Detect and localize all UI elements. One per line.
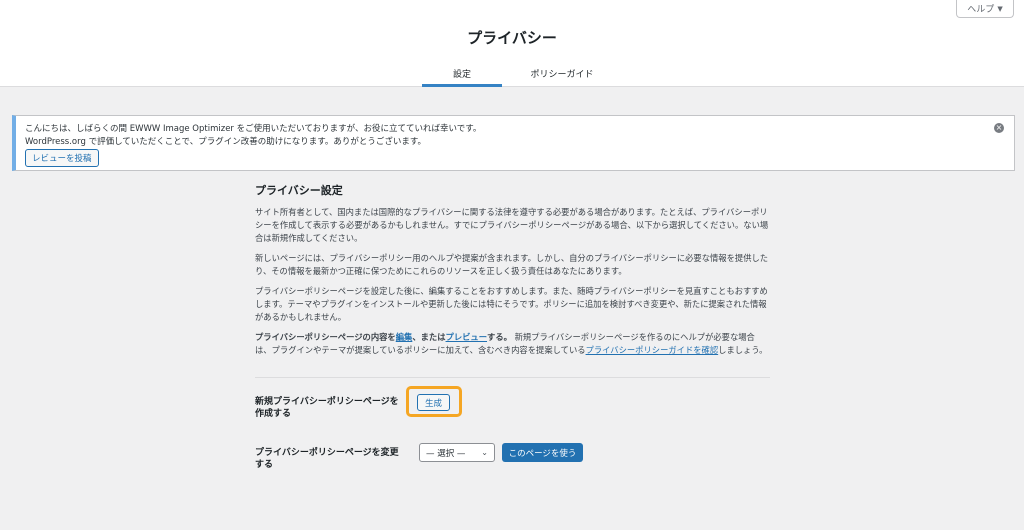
tab-bar: 設定 ポリシーガイド bbox=[0, 57, 1024, 87]
intro-paragraph: サイト所有者として、国内または国際的なプライバシーに関する法律を遵守する必要があ… bbox=[255, 207, 769, 243]
create-button[interactable]: 生成 bbox=[417, 394, 450, 411]
edit-prefix: プライバシーポリシーページの内容を bbox=[255, 332, 396, 342]
policy-guide-link[interactable]: プライバシーポリシーガイドを確認 bbox=[586, 345, 719, 355]
tab-settings[interactable]: 設定 bbox=[422, 57, 502, 87]
notice-line-2: WordPress.org で評価していただくことで、プラグイン改善の助けになり… bbox=[25, 137, 427, 147]
guide-end: しましょう。 bbox=[718, 345, 768, 355]
review-notice: こんにちは、しばらくの間 EWWW Image Optimizer をご使用いた… bbox=[12, 115, 1015, 171]
change-page-label: プライバシーポリシーページを変更する bbox=[255, 448, 399, 470]
page-header: ヘルプ ▼ プライバシー 設定 ポリシーガイド bbox=[0, 0, 1024, 87]
create-button-highlight: 生成 bbox=[406, 386, 462, 417]
divider bbox=[255, 377, 770, 378]
help-label: ヘルプ bbox=[967, 5, 995, 15]
page-select-value: — 選択 — bbox=[426, 448, 466, 459]
create-page-label: 新規プライバシーポリシーページを作成する bbox=[255, 397, 399, 419]
preview-link[interactable]: プレビュー bbox=[446, 332, 488, 342]
dismiss-icon[interactable]: × bbox=[994, 123, 1004, 133]
review-paragraph: プライバシーポリシーページを設定した後に、編集することをおすすめします。また、随… bbox=[255, 286, 768, 322]
edit-link[interactable]: 編集 bbox=[396, 332, 413, 342]
chevron-down-icon: ⌄ bbox=[481, 448, 488, 457]
privacy-settings-panel: プライバシー設定 サイト所有者として、国内または国際的なプライバシーに関する法律… bbox=[255, 182, 775, 470]
help-paragraph: 新しいページには、プライバシーポリシー用のヘルプや提案が含まれます。しかし、自分… bbox=[255, 253, 769, 276]
section-title: プライバシー設定 bbox=[255, 184, 343, 197]
notice-line-1: こんにちは、しばらくの間 EWWW Image Optimizer をご使用いた… bbox=[25, 124, 482, 134]
use-page-button[interactable]: このページを使う bbox=[502, 443, 583, 462]
notice-text: こんにちは、しばらくの間 EWWW Image Optimizer をご使用いた… bbox=[25, 123, 481, 149]
help-button[interactable]: ヘルプ ▼ bbox=[956, 0, 1014, 18]
caret-down-icon: ▼ bbox=[997, 4, 1003, 13]
edit-paragraph: プライバシーポリシーページの内容を編集、またはプレビューする。 新規プライバシー… bbox=[255, 331, 770, 357]
edit-mid: 、または bbox=[412, 332, 446, 342]
edit-suffix: する。 bbox=[487, 332, 512, 342]
tab-policy-guide[interactable]: ポリシーガイド bbox=[522, 57, 602, 87]
page-select[interactable]: — 選択 — ⌄ bbox=[419, 443, 495, 462]
page-title: プライバシー bbox=[467, 29, 557, 47]
post-review-button[interactable]: レビューを投稿 bbox=[25, 149, 99, 167]
